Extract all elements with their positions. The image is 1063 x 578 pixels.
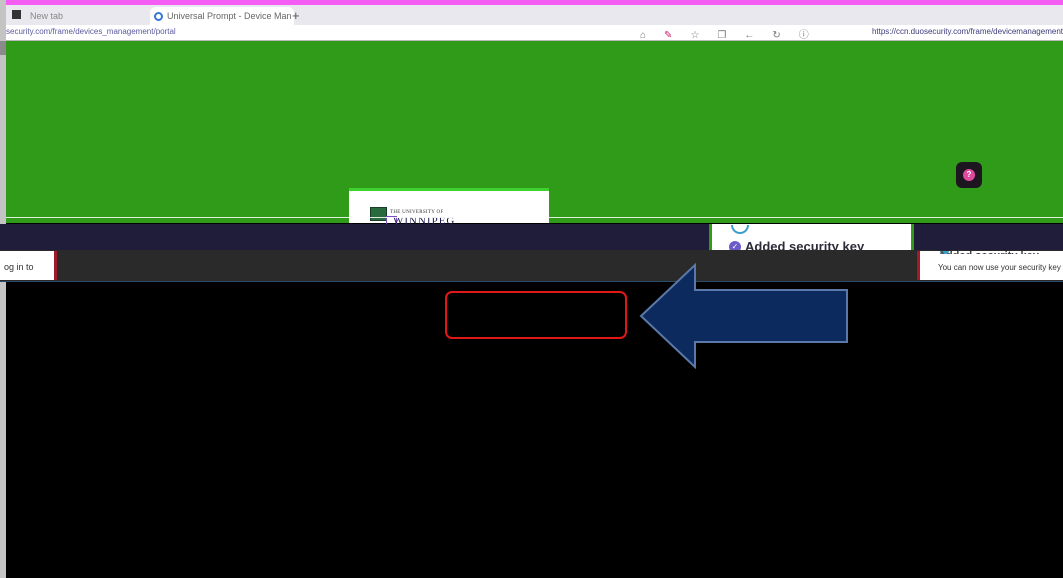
university-crest-icon [370, 207, 387, 221]
toolbar-icons[interactable]: ⌂✎☆❐←↻ⓘ [640, 26, 827, 41]
tab-bar: New tab Universal Prompt - Device Man× + [0, 5, 1063, 25]
divider-line [6, 217, 1063, 218]
chat-bubble-icon: ? [963, 169, 975, 181]
right-panel-text: You can now use your security key t [938, 263, 1063, 272]
chat-button[interactable]: ? [956, 162, 982, 188]
url-text[interactable]: security.com/frame/devices_management/po… [6, 27, 176, 36]
login-text: og in to [4, 262, 34, 272]
tab-label: New tab [30, 11, 64, 21]
url-text-duplicate[interactable]: https://ccn.duosecurity.com/frame/device… [872, 27, 1063, 36]
address-bar[interactable]: security.com/frame/devices_management/po… [0, 25, 1063, 41]
window-menu-icon[interactable] [12, 10, 21, 19]
divider-line-bottom [0, 281, 1063, 282]
refresh-icon[interactable]: ↻ [772, 30, 798, 41]
right-panel-title: Added security key [938, 250, 1063, 254]
tab-universal-prompt[interactable]: Universal Prompt - Device Man× [150, 7, 294, 25]
duo-favicon-icon [154, 12, 163, 22]
extension-icon[interactable]: ✎ [664, 30, 690, 41]
info-icon[interactable]: ⓘ [799, 30, 827, 41]
favorites-icon[interactable]: ☆ [690, 30, 717, 41]
home-icon[interactable]: ⌂ [640, 30, 664, 41]
back-icon[interactable]: ← [744, 30, 772, 41]
edge-marker [0, 41, 6, 55]
highlight-box [445, 291, 627, 339]
content-strip [0, 250, 1063, 281]
left-arrow-icon [639, 263, 848, 369]
tab-new-tab[interactable]: New tab [30, 7, 148, 25]
new-tab-button[interactable]: + [292, 7, 300, 25]
screenshot-root: New tab Universal Prompt - Device Man× +… [0, 0, 1063, 578]
collections-icon[interactable]: ❐ [717, 30, 744, 41]
tab-label: Universal Prompt - Device Man [167, 11, 292, 21]
